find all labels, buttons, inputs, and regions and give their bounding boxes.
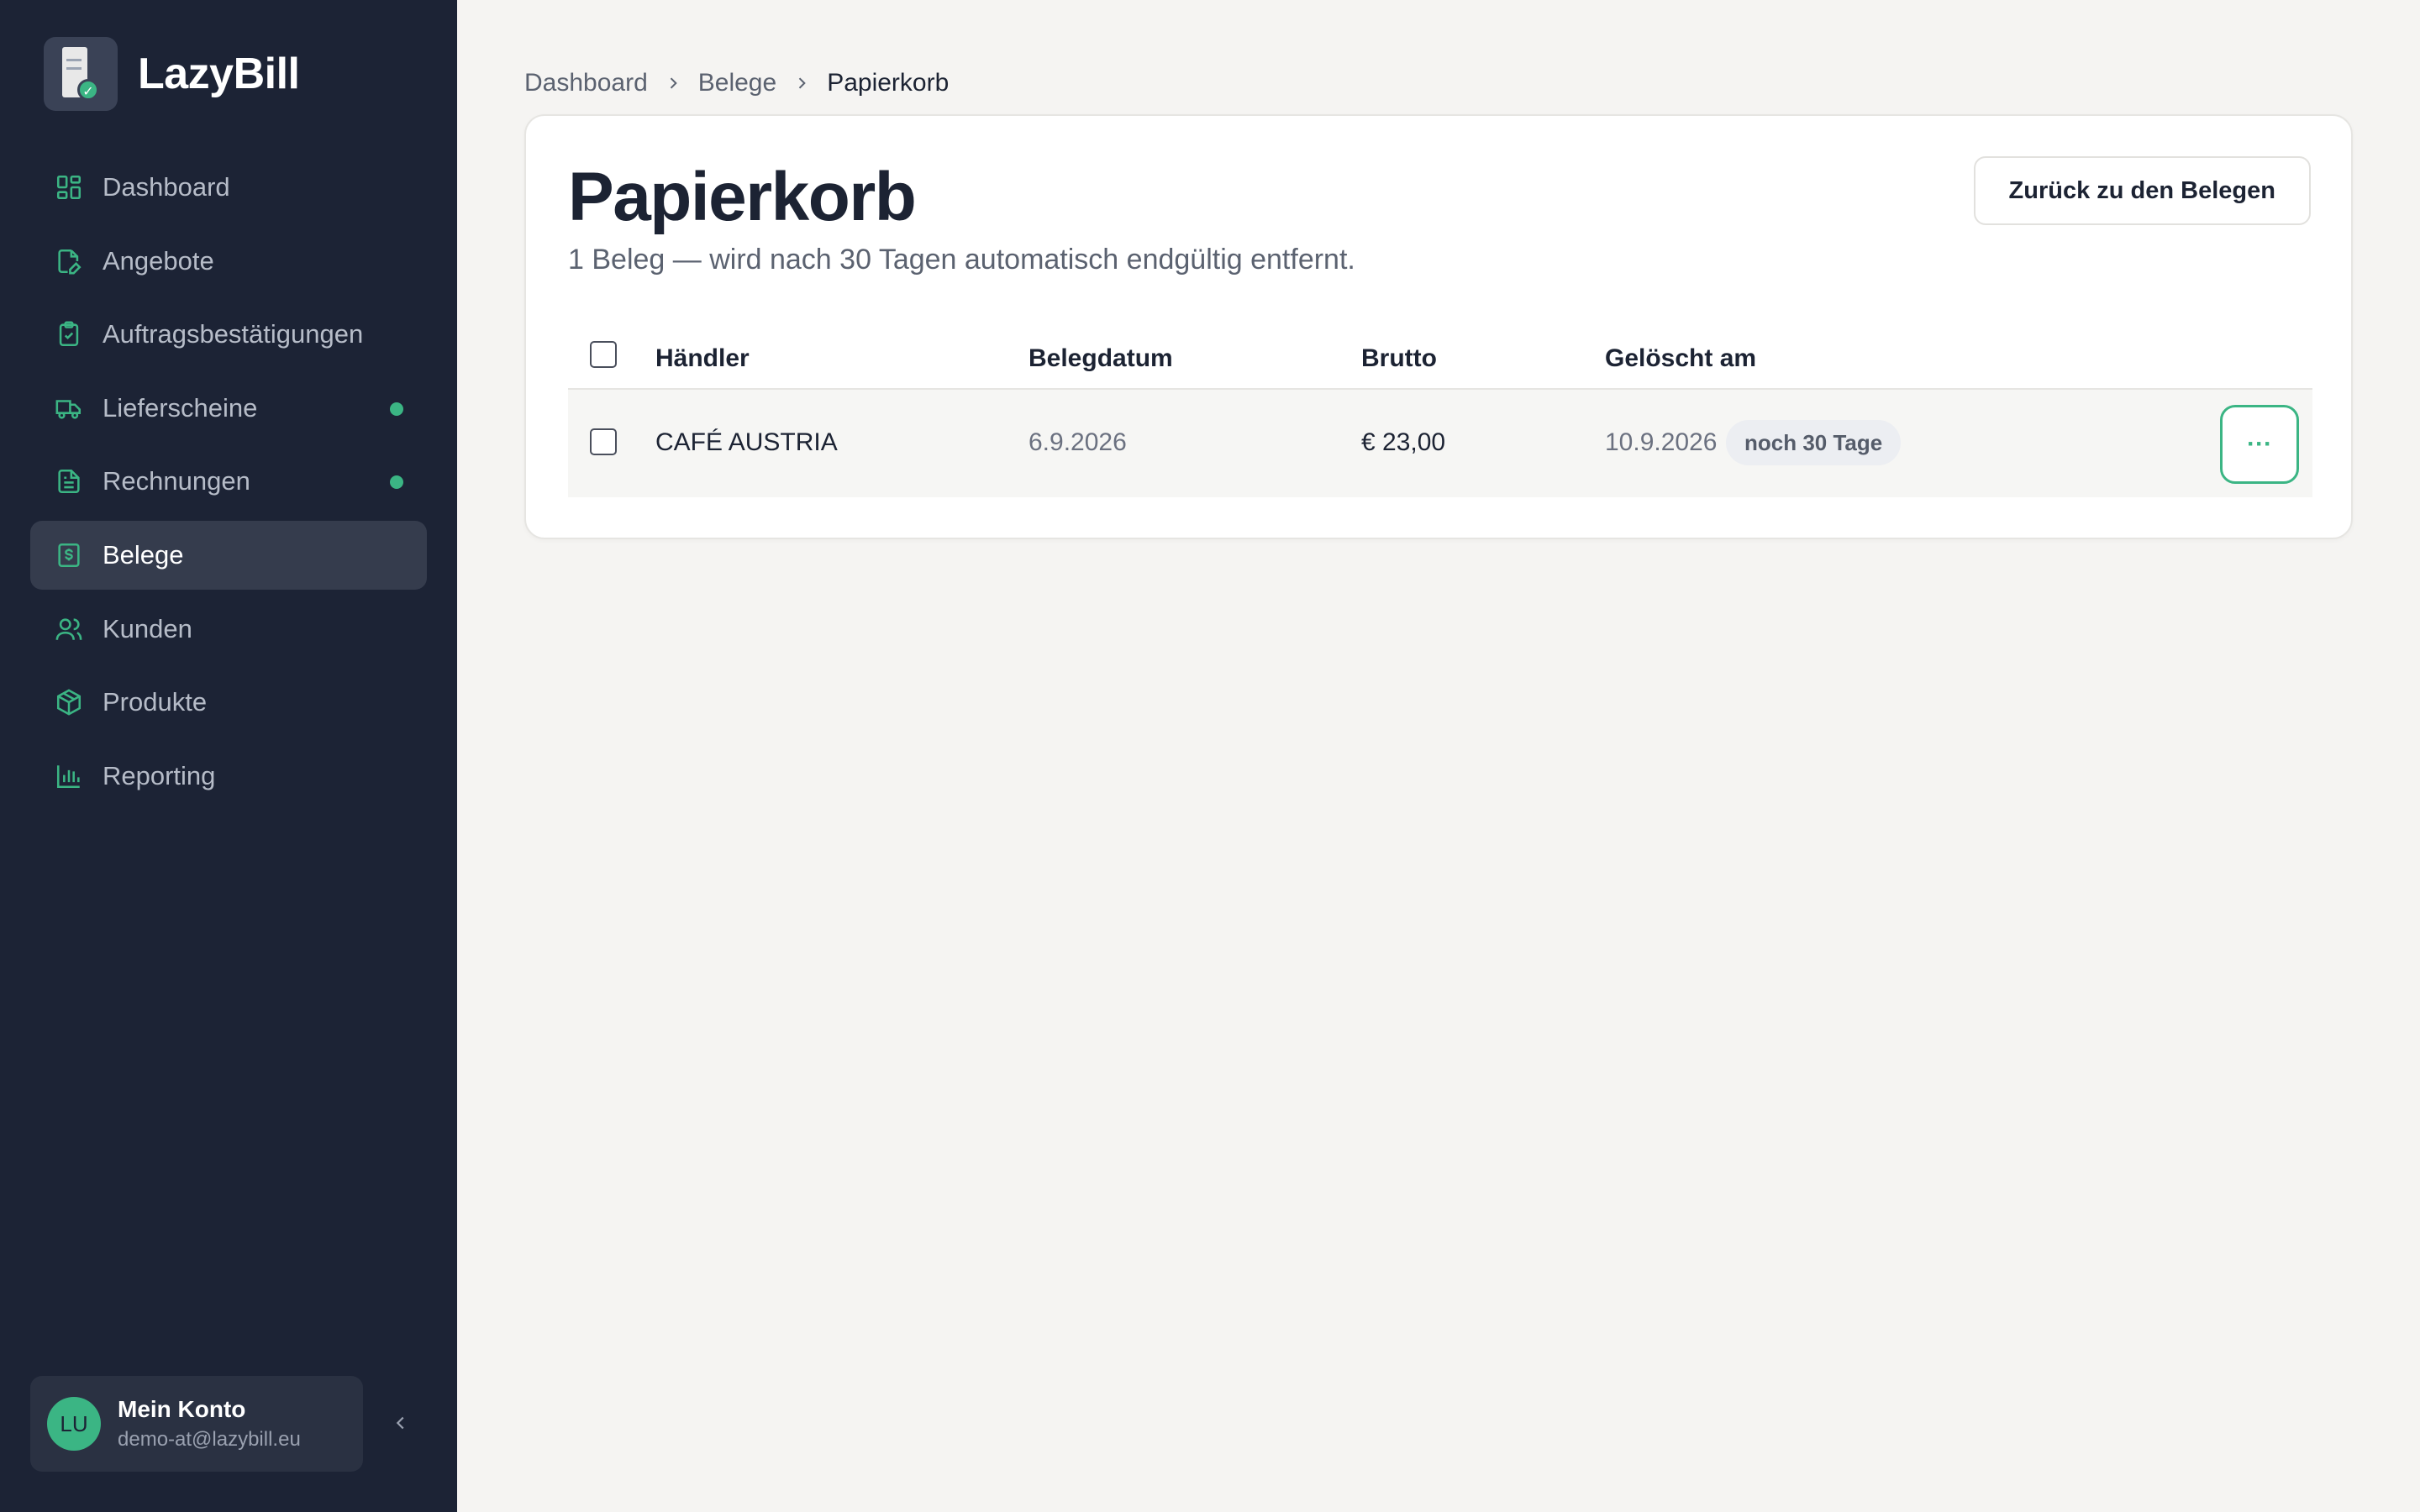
- sidebar-item-dashboard[interactable]: Dashboard: [30, 153, 427, 222]
- sidebar-item-lieferscheine[interactable]: Lieferscheine: [30, 374, 427, 443]
- page-subtitle: 1 Beleg — wird nach 30 Tagen automatisch…: [568, 244, 1355, 276]
- sidebar-nav: Dashboard Angebote Auftragsbestätigungen…: [30, 153, 427, 815]
- account-email: demo-at@lazybill.eu: [118, 1428, 301, 1451]
- cell-gross: € 23,00: [1361, 428, 1446, 456]
- trash-table: Händler Belegdatum Brutto Gelöscht am CA…: [568, 319, 2312, 497]
- users-icon: [54, 614, 84, 644]
- sidebar: ✓ LazyBill Dashboard Angebote Auftragsbe…: [0, 0, 457, 1512]
- column-header-gross[interactable]: Brutto: [1361, 344, 1437, 373]
- sidebar-item-kunden[interactable]: Kunden: [30, 595, 427, 664]
- cell-merchant: CAFÉ AUSTRIA: [655, 428, 838, 456]
- trash-card: Papierkorb 1 Beleg — wird nach 30 Tagen …: [524, 114, 2353, 539]
- lazybill-logo-icon: ✓: [44, 37, 118, 111]
- brand[interactable]: ✓ LazyBill: [44, 37, 300, 111]
- sidebar-item-label: Rechnungen: [103, 466, 250, 496]
- dashboard-icon: [54, 172, 84, 202]
- sidebar-item-label: Produkte: [103, 687, 208, 717]
- column-header-deleted[interactable]: Gelöscht am: [1605, 344, 1756, 373]
- chevron-right-icon: [793, 75, 810, 92]
- more-horizontal-icon: ···: [2247, 430, 2272, 458]
- back-to-receipts-button[interactable]: Zurück zu den Belegen: [1973, 156, 2311, 225]
- truck-icon: [54, 393, 84, 423]
- breadcrumb-dashboard[interactable]: Dashboard: [524, 69, 648, 97]
- avatar: LU: [47, 1397, 101, 1451]
- notification-dot: [390, 402, 403, 416]
- sidebar-item-label: Belege: [103, 539, 184, 570]
- remaining-days-badge: noch 30 Tage: [1726, 420, 1902, 465]
- account-info: Mein Konto demo-at@lazybill.eu: [118, 1396, 301, 1452]
- page-title: Papierkorb: [568, 159, 917, 235]
- sidebar-item-reporting[interactable]: Reporting: [30, 742, 427, 811]
- receipt-dollar-icon: [54, 540, 84, 570]
- sidebar-item-label: Dashboard: [103, 172, 230, 202]
- box-icon: [54, 687, 84, 717]
- cell-date: 6.9.2026: [1028, 428, 1127, 456]
- breadcrumb: Dashboard Belege Papierkorb: [524, 69, 949, 97]
- sidebar-item-rechnungen[interactable]: Rechnungen: [30, 447, 427, 516]
- collapse-sidebar-button[interactable]: [388, 1408, 413, 1438]
- document-pen-icon: [54, 246, 84, 276]
- bar-chart-icon: [54, 761, 84, 791]
- select-all-checkbox[interactable]: [590, 341, 617, 368]
- invoice-icon: [54, 466, 84, 496]
- notification-dot: [390, 475, 403, 490]
- sidebar-item-label: Reporting: [103, 760, 216, 790]
- sidebar-item-label: Auftragsbestätigungen: [103, 319, 364, 349]
- chevron-left-icon: [396, 1416, 404, 1430]
- cell-deleted: 10.9.2026: [1605, 428, 1718, 456]
- sidebar-item-produkte[interactable]: Produkte: [30, 668, 427, 737]
- account-name: Mein Konto: [118, 1396, 246, 1422]
- column-header-date[interactable]: Belegdatum: [1028, 344, 1173, 373]
- table-header: Händler Belegdatum Brutto Gelöscht am: [568, 319, 2312, 390]
- brand-name: LazyBill: [138, 50, 300, 98]
- account-button[interactable]: LU Mein Konto demo-at@lazybill.eu: [30, 1376, 363, 1472]
- sidebar-item-belege[interactable]: Belege: [30, 520, 427, 590]
- sidebar-item-auftragsbestaetigungen[interactable]: Auftragsbestätigungen: [30, 300, 427, 369]
- sidebar-item-angebote[interactable]: Angebote: [30, 227, 427, 296]
- column-header-merchant[interactable]: Händler: [655, 344, 750, 373]
- sidebar-item-label: Kunden: [103, 613, 192, 643]
- breadcrumb-current: Papierkorb: [827, 69, 950, 97]
- table-row[interactable]: CAFÉ AUSTRIA 6.9.2026 € 23,00 10.9.2026 …: [568, 390, 2312, 497]
- row-checkbox[interactable]: [590, 428, 617, 455]
- breadcrumb-belege[interactable]: Belege: [698, 69, 776, 97]
- chevron-right-icon: [665, 75, 681, 92]
- sidebar-item-label: Angebote: [103, 245, 214, 276]
- row-actions-button[interactable]: ···: [2220, 405, 2299, 484]
- sidebar-item-label: Lieferscheine: [103, 392, 258, 423]
- clipboard-check-icon: [54, 319, 84, 349]
